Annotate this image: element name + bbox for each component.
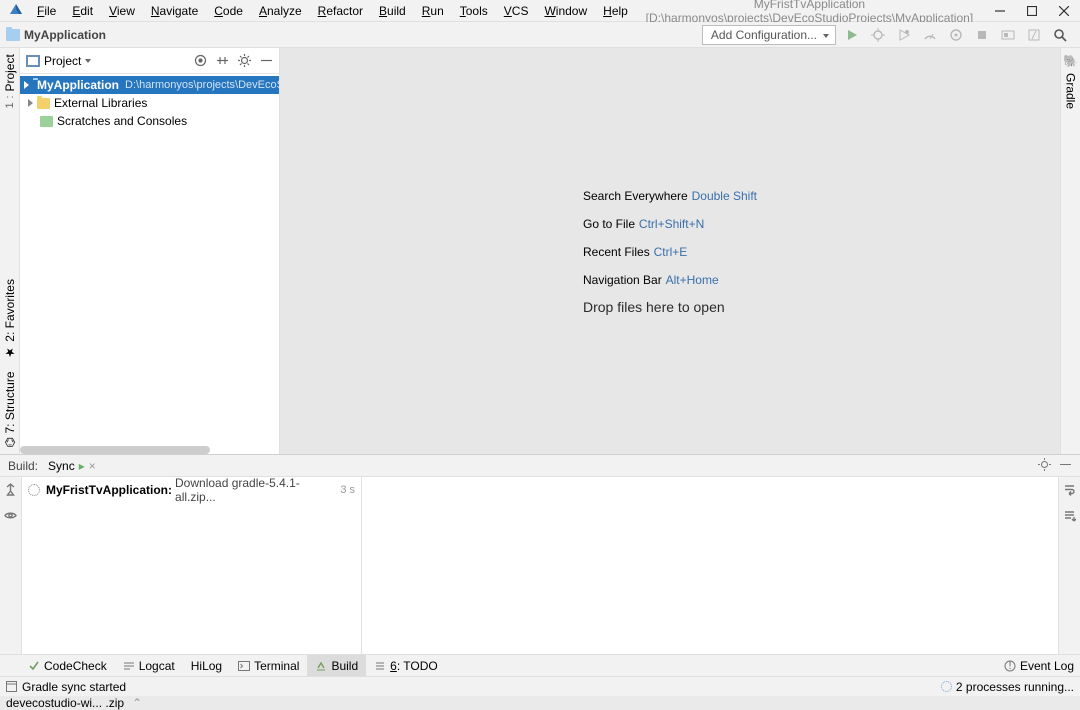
- menu-file[interactable]: File: [30, 2, 63, 20]
- build-task-tree[interactable]: MyFristTvApplication: Download gradle-5.…: [22, 477, 362, 654]
- locate-icon[interactable]: [193, 54, 207, 68]
- library-icon: [37, 98, 50, 109]
- menu-view[interactable]: View: [102, 2, 142, 20]
- app-logo-icon: [8, 3, 24, 19]
- sdk-icon[interactable]: [1026, 27, 1042, 43]
- tool-tab-todo[interactable]: 6: TODO: [366, 655, 446, 676]
- menu-build[interactable]: Build: [372, 2, 413, 20]
- coverage-icon[interactable]: [896, 27, 912, 43]
- stop-icon[interactable]: [974, 27, 990, 43]
- hide-icon[interactable]: [1059, 458, 1072, 474]
- minimize-button[interactable]: [984, 0, 1016, 22]
- bottom-tool-strip: CodeCheckLogcatHiLogTerminalBuild6: TODO…: [0, 654, 1080, 676]
- menu-run[interactable]: Run: [415, 2, 451, 20]
- editor-empty-area[interactable]: Search Everywhere Double Shift Go to Fil…: [280, 48, 1060, 454]
- menu-refactor[interactable]: Refactor: [311, 2, 370, 20]
- gear-icon[interactable]: [237, 54, 251, 68]
- event-log-tab[interactable]: ! Event Log: [1004, 659, 1080, 673]
- avd-icon[interactable]: [1000, 27, 1016, 43]
- attach-icon[interactable]: [948, 27, 964, 43]
- nav-bar: MyApplication Add Configuration...: [0, 22, 1080, 48]
- structure-tool-tab[interactable]: ⌬ 7: Structure: [3, 365, 17, 454]
- build-output[interactable]: [362, 477, 1058, 654]
- menu-tools[interactable]: Tools: [453, 2, 495, 20]
- sync-tab[interactable]: Sync▸ ×: [48, 459, 96, 473]
- scroll-end-icon[interactable]: [1063, 509, 1076, 525]
- project-view-icon: [26, 55, 40, 67]
- run-icon[interactable]: [844, 27, 860, 43]
- soft-wrap-icon[interactable]: [1063, 483, 1076, 499]
- build-panel-title: Build:: [8, 459, 38, 473]
- menu-code[interactable]: Code: [207, 2, 250, 20]
- status-message: Gradle sync started: [22, 680, 126, 694]
- menu-analyze[interactable]: Analyze: [252, 2, 309, 20]
- project-sidebar: Project MyApplication D:\harmonyos\proje…: [20, 48, 280, 454]
- maximize-button[interactable]: [1016, 0, 1048, 22]
- build-left-gutter: [0, 477, 22, 654]
- favorites-tool-tab[interactable]: ★ 2: Favorites: [3, 273, 17, 366]
- menu-window[interactable]: Window: [537, 2, 594, 20]
- menu-vcs[interactable]: VCS: [497, 2, 536, 20]
- spinner-icon: [28, 484, 40, 496]
- desktop-download-bar: devecostudio-wi... .zip⌃: [0, 696, 1080, 710]
- close-icon[interactable]: ×: [89, 459, 96, 473]
- tool-tab-logcat[interactable]: Logcat: [115, 655, 183, 676]
- view-mode-dropdown[interactable]: Project: [44, 54, 81, 68]
- tree-row-external-libs[interactable]: External Libraries: [20, 94, 279, 112]
- debug-icon[interactable]: [870, 27, 886, 43]
- left-tool-strip: 1: Project ★ 2: Favorites ⌬ 7: Structure: [0, 48, 20, 454]
- toggle-toolwindows-icon[interactable]: [6, 681, 17, 692]
- right-tool-strip: 🐘 Gradle: [1060, 48, 1080, 454]
- gradle-tool-tab[interactable]: 🐘 Gradle: [1064, 48, 1078, 115]
- window-title: MyFristTvApplication [D:\harmonyos\proje…: [635, 0, 984, 25]
- build-task-row[interactable]: MyFristTvApplication: Download gradle-5.…: [28, 481, 355, 499]
- tool-tab-build[interactable]: Build: [307, 655, 366, 676]
- project-tool-tab[interactable]: 1: Project: [3, 48, 17, 115]
- status-bar: Gradle sync started 2 processes running.…: [0, 676, 1080, 696]
- breadcrumb-root[interactable]: MyApplication: [24, 28, 106, 42]
- tool-tab-codecheck[interactable]: CodeCheck: [20, 655, 115, 676]
- hide-icon[interactable]: [259, 54, 273, 68]
- menu-edit[interactable]: Edit: [65, 2, 100, 20]
- menu-bar: FileEditViewNavigateCodeAnalyzeRefactorB…: [0, 0, 1080, 22]
- project-tree[interactable]: MyApplication D:\harmonyos\projects\DevE…: [20, 74, 279, 454]
- chevron-right-icon[interactable]: [28, 99, 33, 107]
- tool-tab-terminal[interactable]: Terminal: [230, 655, 307, 676]
- build-right-gutter: [1058, 477, 1080, 654]
- tree-row-project-root[interactable]: MyApplication D:\harmonyos\projects\DevE…: [20, 76, 279, 94]
- tool-tab-hilog[interactable]: HiLog: [183, 655, 230, 676]
- sidebar-header: Project: [20, 48, 279, 74]
- spinner-icon: [941, 681, 952, 692]
- collapse-icon[interactable]: [215, 54, 229, 68]
- run-config-dropdown[interactable]: Add Configuration...: [702, 25, 836, 45]
- profiler-icon[interactable]: [922, 27, 938, 43]
- chevron-down-icon: [85, 59, 91, 63]
- pin-icon[interactable]: [4, 483, 17, 499]
- tree-row-scratches[interactable]: Scratches and Consoles: [20, 112, 279, 130]
- svg-text:!: !: [1008, 660, 1011, 672]
- background-tasks[interactable]: 2 processes running...: [941, 680, 1074, 694]
- scratch-icon: [40, 116, 53, 127]
- menu-navigate[interactable]: Navigate: [144, 2, 205, 20]
- folder-icon: [6, 29, 20, 41]
- build-panel: Build: Sync▸ × MyFristTvApplication: Dow…: [0, 454, 1080, 654]
- gear-icon[interactable]: [1038, 458, 1051, 474]
- chevron-right-icon[interactable]: [24, 81, 29, 89]
- menu-help[interactable]: Help: [596, 2, 635, 20]
- eye-icon[interactable]: [4, 509, 17, 525]
- welcome-hints: Search Everywhere Double Shift Go to Fil…: [583, 187, 757, 315]
- search-icon[interactable]: [1052, 27, 1068, 43]
- close-button[interactable]: [1048, 0, 1080, 22]
- horizontal-scrollbar[interactable]: [20, 446, 210, 454]
